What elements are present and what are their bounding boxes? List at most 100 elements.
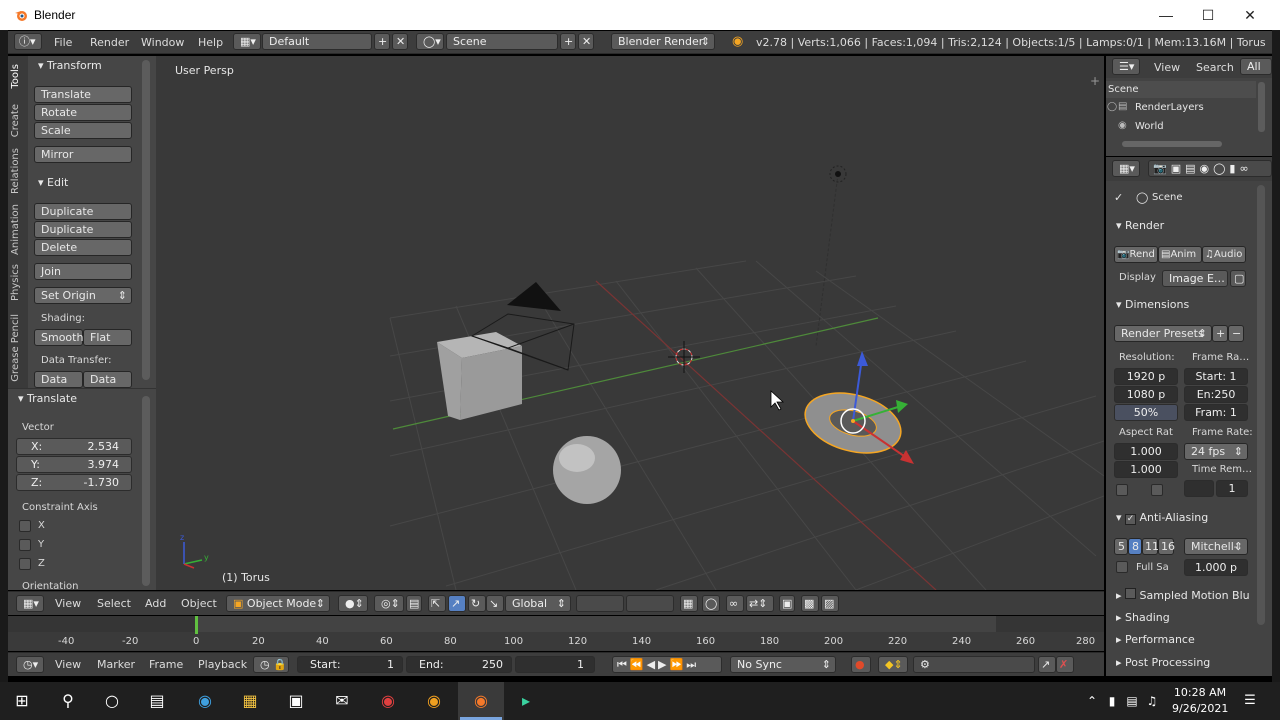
vector-x-field[interactable]: X: 2.534 (16, 438, 132, 455)
timeline-menu-playback[interactable]: Playback (198, 658, 247, 671)
cortana-icon[interactable]: ○ (100, 689, 124, 713)
render-engine-select[interactable]: Blender Render ⇕ (611, 33, 715, 50)
add-layout-icon[interactable]: + (374, 33, 390, 50)
layers-group-2[interactable] (626, 595, 674, 612)
timeline-area[interactable]: -40 -20 0 20 40 60 80 100 120 140 160 18… (8, 616, 1104, 651)
notifications-icon[interactable]: ☰ (1238, 689, 1262, 713)
render-still-button[interactable]: 📷Rend (1114, 246, 1158, 263)
scene-field[interactable]: Scene (446, 33, 558, 50)
delete-button[interactable]: Delete (34, 239, 132, 256)
end-frame-field[interactable]: End: 250 (406, 656, 512, 673)
render-anim-icon[interactable]: ▨ (821, 595, 839, 612)
vector-y-field[interactable]: Y: 3.974 (16, 456, 132, 473)
tray-volume-icon[interactable]: ♫ (1140, 689, 1164, 713)
manipulator-translate-icon[interactable]: ⇱ (428, 595, 446, 612)
menu-view[interactable]: View (55, 597, 81, 610)
manipulator-rotate-icon[interactable]: ↻ (468, 595, 486, 612)
scale-button[interactable]: Scale (34, 122, 132, 139)
render-presets-select[interactable]: Render Presets ⇕ (1114, 325, 1212, 342)
operator-scrollbar[interactable] (142, 396, 150, 586)
tab-create[interactable]: Create (10, 104, 21, 137)
full-sample-checkbox[interactable] (1116, 561, 1128, 573)
outliner-filter-select[interactable]: All Sc (1240, 58, 1272, 75)
pin-icon[interactable]: ✓ (1114, 191, 1123, 204)
layers-group-1[interactable] (576, 595, 624, 612)
frame-end-field[interactable]: En:250 (1184, 386, 1248, 403)
time-remap-old-field[interactable] (1184, 480, 1214, 497)
opengl-render-icon[interactable]: ▣ (779, 595, 795, 612)
join-button[interactable]: Join (34, 263, 132, 280)
filter-size-field[interactable]: 1.000 p (1184, 559, 1248, 576)
add-preset-icon[interactable]: + (1212, 325, 1228, 342)
outliner-item-renderlayers[interactable]: RenderLayers (1135, 102, 1204, 113)
data-transfer-button[interactable]: Data (34, 371, 83, 388)
menu-object[interactable]: Object (181, 597, 217, 610)
taskbar-time[interactable]: 10:28 AM (1172, 686, 1228, 699)
timeline-editor-type-icon[interactable]: ◷▾ (16, 656, 44, 673)
anti-aliasing-checkbox[interactable]: ✓ (1125, 514, 1137, 525)
duplicate-linked-button[interactable]: Duplicate Linked (34, 221, 132, 251)
aa-samples-5[interactable]: 5 (1114, 538, 1128, 555)
render-audio-button[interactable]: ♫Audio (1202, 246, 1246, 263)
properties-context-tabs[interactable]: 📷▣▤◉◯▮∞ (1148, 160, 1272, 177)
region-toggle-icon[interactable]: + (1090, 74, 1100, 88)
pivot-point-icon[interactable]: ◎⇕ (374, 595, 404, 612)
blender-taskbar-icon[interactable]: ◉ (469, 689, 493, 713)
duplicate-button[interactable]: Duplicate (34, 203, 132, 220)
sync-mode-select[interactable]: No Sync ⇕ (730, 656, 836, 673)
edit-panel-header[interactable]: ▾ Edit (38, 176, 68, 189)
aa-samples-8[interactable]: 8 (1128, 538, 1142, 555)
flat-button[interactable]: Flat (83, 329, 132, 346)
keying-set-field[interactable]: ⚙ (913, 656, 1035, 673)
menu-select[interactable]: Select (97, 597, 131, 610)
properties-scrollbar[interactable] (1257, 185, 1265, 625)
remove-layout-icon[interactable]: ✕ (392, 33, 408, 50)
snap-icon[interactable]: ∞ (726, 595, 744, 612)
preview-range-icon[interactable]: ◷ 🔒 (253, 656, 289, 673)
render-anim-button[interactable]: ▤Anim (1158, 246, 1202, 263)
tab-relations[interactable]: Relations (10, 148, 21, 194)
resolution-x-field[interactable]: 1920 p (1114, 368, 1178, 385)
maximize-icon[interactable]: ☐ (1188, 4, 1228, 26)
render-image-icon[interactable]: ▩ (801, 595, 819, 612)
timeline-menu-marker[interactable]: Marker (97, 658, 135, 671)
manipulator-toggle-icon[interactable]: ▤ (406, 595, 422, 612)
constraint-y-checkbox[interactable] (19, 539, 31, 551)
add-scene-icon[interactable]: + (560, 33, 576, 50)
tab-physics[interactable]: Physics (10, 264, 21, 301)
menu-render[interactable]: Render (90, 36, 129, 49)
outliner-vscrollbar[interactable] (1258, 82, 1265, 132)
properties-editor-type-icon[interactable]: ▦▾ (1112, 160, 1140, 177)
task-view-icon[interactable]: ▤ (145, 689, 169, 713)
lock-interface-icon[interactable]: ▢ (1230, 270, 1246, 287)
post-processing-panel-header[interactable]: ▸ Post Processing (1116, 656, 1210, 669)
frame-step-field[interactable]: Fram: 1 (1184, 404, 1248, 421)
mail-icon[interactable]: ✉ (330, 689, 354, 713)
aspect-y-field[interactable]: 1.000 (1114, 461, 1178, 478)
file-explorer-icon[interactable]: ▦ (238, 689, 262, 713)
taskbar-date[interactable]: 9/26/2021 (1172, 702, 1228, 715)
menu-add[interactable]: Add (145, 597, 166, 610)
resolution-percent-field[interactable]: 50% (1114, 404, 1178, 421)
editor-type-info-icon[interactable]: ⓘ▾ (14, 33, 42, 50)
tab-grease-pencil[interactable]: Grease Pencil (10, 314, 21, 382)
rotate-button[interactable]: Rotate (34, 104, 132, 121)
start-frame-field[interactable]: Start: 1 (297, 656, 403, 673)
anti-aliasing-panel-header[interactable]: ▾ ✓ Anti-Aliasing (1116, 511, 1208, 525)
outliner-hscrollbar[interactable] (1122, 141, 1222, 147)
smooth-button[interactable]: Smooth (34, 329, 83, 346)
3d-cursor-icon[interactable] (668, 341, 700, 373)
menu-help[interactable]: Help (198, 36, 223, 49)
time-remap-new-field[interactable]: 1 (1216, 480, 1248, 497)
outliner-menu-view[interactable]: View (1154, 61, 1180, 74)
dimensions-panel-header[interactable]: ▾ Dimensions (1116, 298, 1189, 311)
remove-scene-icon[interactable]: ✕ (578, 33, 594, 50)
expand-icon[interactable]: ◯ (1107, 102, 1117, 112)
microsoft-store-icon[interactable]: ▣ (284, 689, 308, 713)
shading-mode-icon[interactable]: ●⇕ (338, 595, 368, 612)
lock-layers-icon[interactable]: ▦ (680, 595, 698, 612)
menu-window[interactable]: Window (141, 36, 184, 49)
current-frame-field[interactable]: 1 (515, 656, 595, 673)
performance-panel-header[interactable]: ▸ Performance (1116, 633, 1195, 646)
timeline-menu-frame[interactable]: Frame (149, 658, 183, 671)
